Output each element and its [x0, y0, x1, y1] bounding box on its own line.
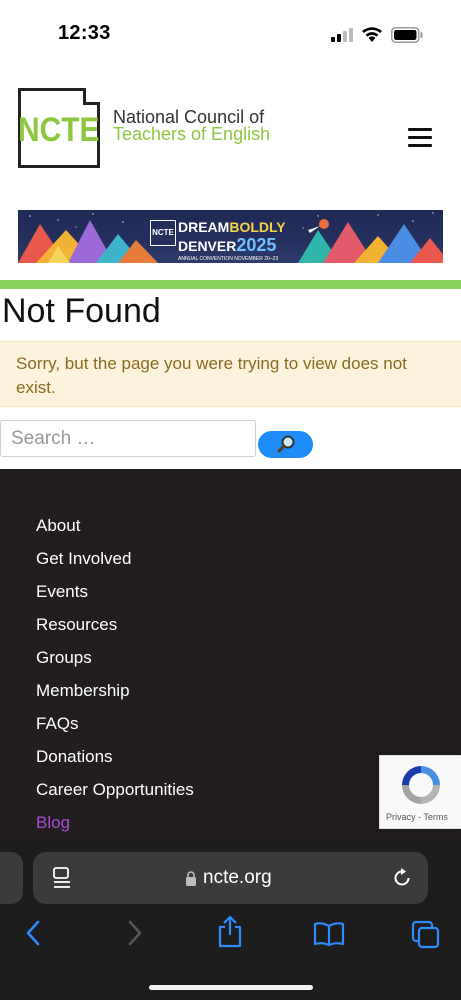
footer-nav: About Get Involved Events Resources Grou…	[36, 516, 194, 846]
org-name-line2: Teachers of English	[113, 124, 271, 144]
wifi-icon	[362, 27, 382, 42]
footer-link-events[interactable]: Events	[36, 582, 194, 615]
previous-tab-preview[interactable]	[0, 852, 23, 904]
footer-link-membership[interactable]: Membership	[36, 681, 194, 714]
lock-icon	[186, 871, 196, 886]
footer-link-career-opportunities[interactable]: Career Opportunities	[36, 780, 194, 813]
banner-ncte-logo: NCTE	[150, 220, 176, 246]
tabs-icon[interactable]	[411, 920, 441, 950]
forward-icon[interactable]	[124, 919, 144, 947]
magnifier-icon	[277, 435, 295, 453]
recaptcha-icon	[402, 766, 440, 804]
footer-link-faqs[interactable]: FAQs	[36, 714, 194, 747]
browser-toolbar: ncte.org	[0, 841, 461, 1000]
footer-link-about[interactable]: About	[36, 516, 194, 549]
status-bar: 12:33	[0, 0, 461, 66]
signal-icon	[331, 28, 353, 42]
recaptcha-terms[interactable]: Privacy - Terms	[386, 812, 448, 822]
footer-link-groups[interactable]: Groups	[36, 648, 194, 681]
not-found-alert: Sorry, but the page you were trying to v…	[0, 341, 461, 407]
banner-year: 2025	[236, 235, 277, 255]
bookmarks-icon[interactable]	[313, 921, 345, 947]
address-bar[interactable]: ncte.org	[33, 852, 428, 904]
footer-link-get-involved[interactable]: Get Involved	[36, 549, 194, 582]
status-time: 12:33	[58, 22, 111, 44]
ncte-logo[interactable]: NCTE	[18, 88, 100, 168]
back-icon[interactable]	[24, 919, 44, 947]
banner-subtitle: ANNUAL CONVENTION NOVEMBER 20–23	[178, 256, 279, 262]
convention-banner[interactable]: NCTE DREAMBOLDLY DENVER2025 ANNUAL CONVE…	[18, 210, 443, 263]
site-header: NCTE National Council of Teachers of Eng…	[0, 66, 461, 276]
banner-denver: DENVER	[178, 238, 237, 254]
battery-icon	[391, 27, 423, 43]
recaptcha-badge[interactable]: Privacy - Terms	[379, 755, 461, 829]
search-input[interactable]	[0, 420, 256, 457]
page-menu-icon[interactable]	[52, 867, 72, 889]
share-icon[interactable]	[217, 915, 243, 949]
url-text: ncte.org	[203, 867, 272, 888]
page-title: Not Found	[2, 292, 161, 330]
reload-icon[interactable]	[391, 867, 413, 889]
search-button[interactable]	[258, 431, 313, 458]
logo-text: NCTE	[18, 111, 100, 149]
footer-link-donations[interactable]: Donations	[36, 747, 194, 780]
banner-dream: DREAM	[178, 219, 230, 235]
home-indicator[interactable]	[149, 985, 313, 990]
banner-text: DREAMBOLDLY DENVER2025 ANNUAL CONVENTION…	[178, 219, 286, 262]
hamburger-menu-icon[interactable]	[408, 128, 432, 148]
green-divider	[0, 280, 461, 289]
banner-boldly: BOLDLY	[229, 219, 286, 235]
footer-link-resources[interactable]: Resources	[36, 615, 194, 648]
